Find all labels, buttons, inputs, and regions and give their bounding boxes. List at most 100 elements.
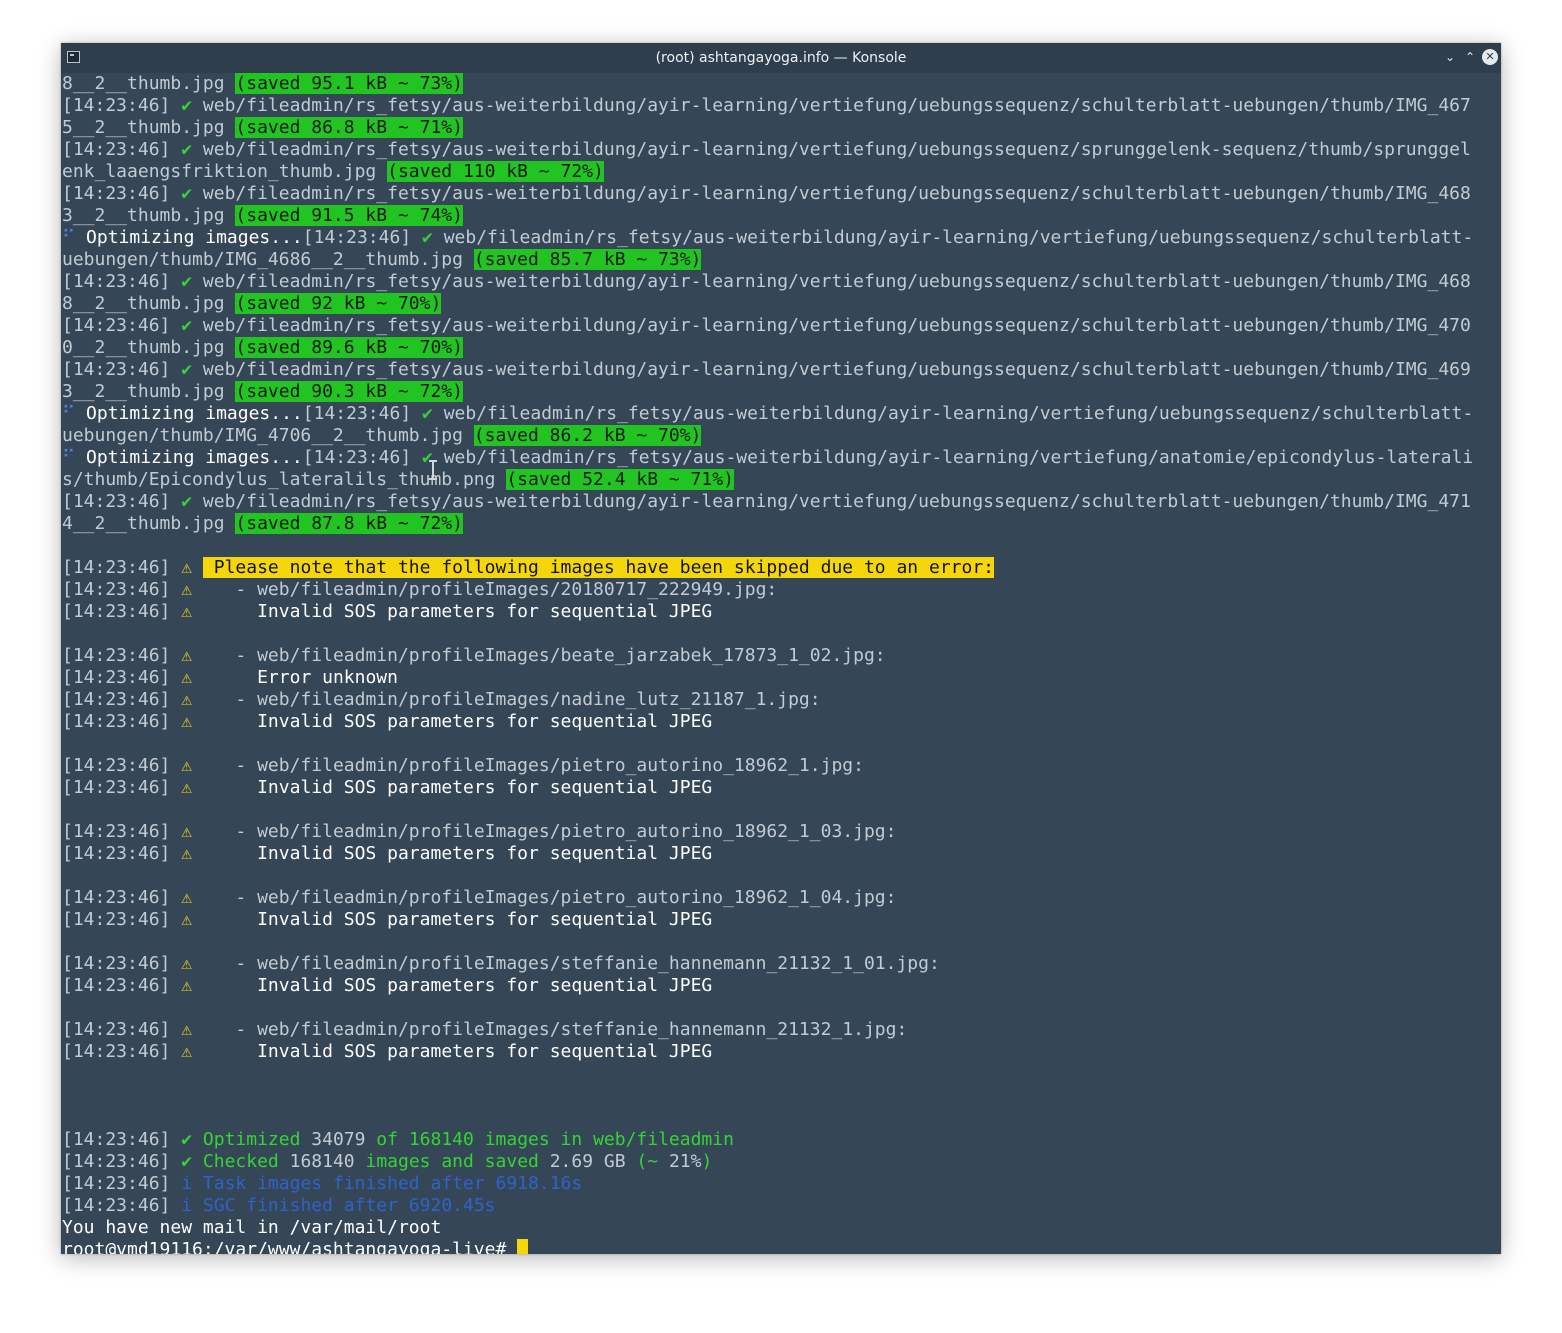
saved-badge: (saved 90.3 kB ~ 72%)	[235, 381, 463, 402]
window-title: (root) ashtangayoga.info — Konsole	[655, 50, 907, 66]
timestamp: [14:23:46]	[62, 315, 171, 336]
timestamp: [14:23:46]	[302, 227, 412, 248]
warning-icon: ⚠	[181, 557, 193, 578]
skipped-file-path: - web/fileadmin/profileImages/beate_jarz…	[202, 645, 886, 666]
terminal-line: 8__2__thumb.jpg (saved 95.1 kB ~ 73%)	[62, 73, 1500, 95]
warning-icon: ⚠	[181, 579, 193, 600]
saved-badge: (saved 92 kB ~ 70%)	[235, 293, 442, 314]
terminal-output[interactable]: 8__2__thumb.jpg (saved 95.1 kB ~ 73%) [14…	[62, 73, 1500, 1254]
timestamp: [14:23:46]	[62, 689, 171, 710]
warning-icon: ⚠	[181, 953, 193, 974]
summary-text: images in web/fileadmin	[473, 1129, 734, 1150]
file-path: web/fileadmin/rs_fetsy/aus-weiterbildung…	[202, 315, 1471, 336]
skipped-notice: Please note that the following images ha…	[202, 557, 995, 578]
terminal-line: [14:23:46] ✔ web/fileadmin/rs_fetsy/aus-…	[62, 271, 1500, 293]
summary-text: 2.69 GB	[549, 1151, 626, 1172]
file-path: enk_laaengsfriktion_thumb.jpg	[62, 161, 388, 182]
terminal-line: [14:23:46] ⚠ - web/fileadmin/profileImag…	[62, 1019, 1500, 1041]
timestamp: [14:23:46]	[62, 557, 171, 578]
close-icon[interactable]: ✕	[1482, 49, 1498, 65]
terminal-line: [14:23:46] ⚠ Invalid SOS parameters for …	[62, 601, 1500, 623]
warning-icon: ⚠	[181, 711, 193, 732]
error-message: Error unknown	[202, 667, 398, 688]
file-path: web/fileadmin/rs_fetsy/aus-weiterbildung…	[443, 403, 1474, 424]
summary-text: 168140	[289, 1151, 355, 1172]
warning-icon: ⚠	[181, 887, 193, 908]
saved-badge: (saved 89.6 kB ~ 70%)	[235, 337, 463, 358]
terminal-line: [14:23:46] ⚠ - web/fileadmin/profileImag…	[62, 645, 1500, 667]
saved-badge: (saved 110 kB ~ 72%)	[387, 161, 604, 182]
summary-text: 21%	[668, 1151, 702, 1172]
summary-text: Checked	[202, 1151, 290, 1172]
saved-badge: (saved 91.5 kB ~ 74%)	[235, 205, 463, 226]
timestamp: [14:23:46]	[62, 271, 171, 292]
timestamp: [14:23:46]	[62, 645, 171, 666]
terminal-line: [14:23:46] ⚠ Invalid SOS parameters for …	[62, 777, 1500, 799]
terminal-line: 5__2__thumb.jpg (saved 86.8 kB ~ 71%)	[62, 117, 1500, 139]
timestamp: [14:23:46]	[62, 139, 171, 160]
file-path: 8__2__thumb.jpg	[62, 73, 236, 94]
terminal-line: ⠋ Optimizing images...[14:23:46] ✔ web/f…	[62, 227, 1500, 249]
error-message: Invalid SOS parameters for sequential JP…	[202, 975, 713, 996]
saved-badge: (saved 52.4 kB ~ 71%)	[506, 469, 734, 490]
check-icon: ✔	[422, 227, 433, 248]
error-message: Invalid SOS parameters for sequential JP…	[202, 711, 713, 732]
timestamp: [14:23:46]	[62, 711, 171, 732]
title-bar[interactable]: (root) ashtangayoga.info — Konsole ⌄ ⌃ ✕	[61, 43, 1501, 73]
terminal-line: [14:23:46] ⚠ - web/fileadmin/profileImag…	[62, 887, 1500, 909]
prompt-line[interactable]: root@vmd19116:/var/www/ashtangayoga-live…	[62, 1239, 1500, 1254]
timestamp: [14:23:46]	[62, 95, 171, 116]
timestamp: [14:23:46]	[62, 1151, 171, 1172]
saved-badge: (saved 86.8 kB ~ 71%)	[235, 117, 463, 138]
terminal-line: 3__2__thumb.jpg (saved 91.5 kB ~ 74%)	[62, 205, 1500, 227]
summary-text: (~	[625, 1151, 669, 1172]
summary-text: )	[701, 1151, 713, 1172]
timestamp: [14:23:46]	[62, 601, 171, 622]
timestamp: [14:23:46]	[62, 579, 171, 600]
timestamp: [14:23:46]	[62, 1129, 171, 1150]
minimize-icon[interactable]: ⌄	[1442, 49, 1458, 65]
terminal-line: [14:23:46] ⚠ - web/fileadmin/profileImag…	[62, 953, 1500, 975]
warning-icon: ⚠	[181, 843, 193, 864]
block-cursor[interactable]	[517, 1239, 528, 1254]
file-path: 4__2__thumb.jpg	[62, 513, 236, 534]
error-message: Invalid SOS parameters for sequential JP…	[202, 777, 713, 798]
maximize-icon[interactable]: ⌃	[1462, 49, 1478, 65]
terminal-line: ⠋ Optimizing images...[14:23:46] ✔ web/f…	[62, 403, 1500, 425]
summary-text: Optimized	[202, 1129, 312, 1150]
terminal-line: [14:23:46] ⚠ - web/fileadmin/profileImag…	[62, 689, 1500, 711]
check-icon: ✔	[181, 359, 193, 380]
check-icon: ✔	[181, 183, 193, 204]
file-path: 8__2__thumb.jpg	[62, 293, 236, 314]
file-path: web/fileadmin/rs_fetsy/aus-weiterbildung…	[202, 139, 1471, 160]
check-icon: ✔	[181, 95, 193, 116]
spinner-icon: ⠋	[62, 447, 76, 468]
warning-icon: ⚠	[181, 1019, 193, 1040]
skipped-file-path: - web/fileadmin/profileImages/pietro_aut…	[202, 821, 897, 842]
skipped-file-path: - web/fileadmin/profileImages/steffanie_…	[202, 953, 940, 974]
info-message: SGC finished after 6920.45s	[202, 1195, 496, 1216]
timestamp: [14:23:46]	[302, 447, 412, 468]
file-path: web/fileadmin/rs_fetsy/aus-weiterbildung…	[443, 447, 1474, 468]
file-path: 5__2__thumb.jpg	[62, 117, 236, 138]
terminal-line: uebungen/thumb/IMG_4706__2__thumb.jpg (s…	[62, 425, 1500, 447]
file-path: 3__2__thumb.jpg	[62, 205, 236, 226]
file-path: web/fileadmin/rs_fetsy/aus-weiterbildung…	[202, 271, 1471, 292]
spinner-icon: ⠋	[62, 227, 76, 248]
warning-icon: ⚠	[181, 755, 193, 776]
progress-label: Optimizing images...	[86, 403, 303, 424]
error-message: Invalid SOS parameters for sequential JP…	[202, 843, 713, 864]
skipped-file-path: - web/fileadmin/profileImages/steffanie_…	[202, 1019, 908, 1040]
file-path: web/fileadmin/rs_fetsy/aus-weiterbildung…	[202, 183, 1471, 204]
terminal-line: [14:23:46] ✔ Optimized 34079 of 168140 i…	[62, 1129, 1500, 1151]
timestamp: [14:23:46]	[62, 821, 171, 842]
summary-text: of	[365, 1129, 409, 1150]
saved-badge: (saved 86.2 kB ~ 70%)	[473, 425, 702, 446]
info-icon: i	[181, 1173, 193, 1194]
terminal-line: [14:23:46] ✔ web/fileadmin/rs_fetsy/aus-…	[62, 139, 1500, 161]
file-path: s/thumb/Epicondylus_lateralils_thumb.png	[62, 469, 507, 490]
warning-icon: ⚠	[181, 975, 193, 996]
